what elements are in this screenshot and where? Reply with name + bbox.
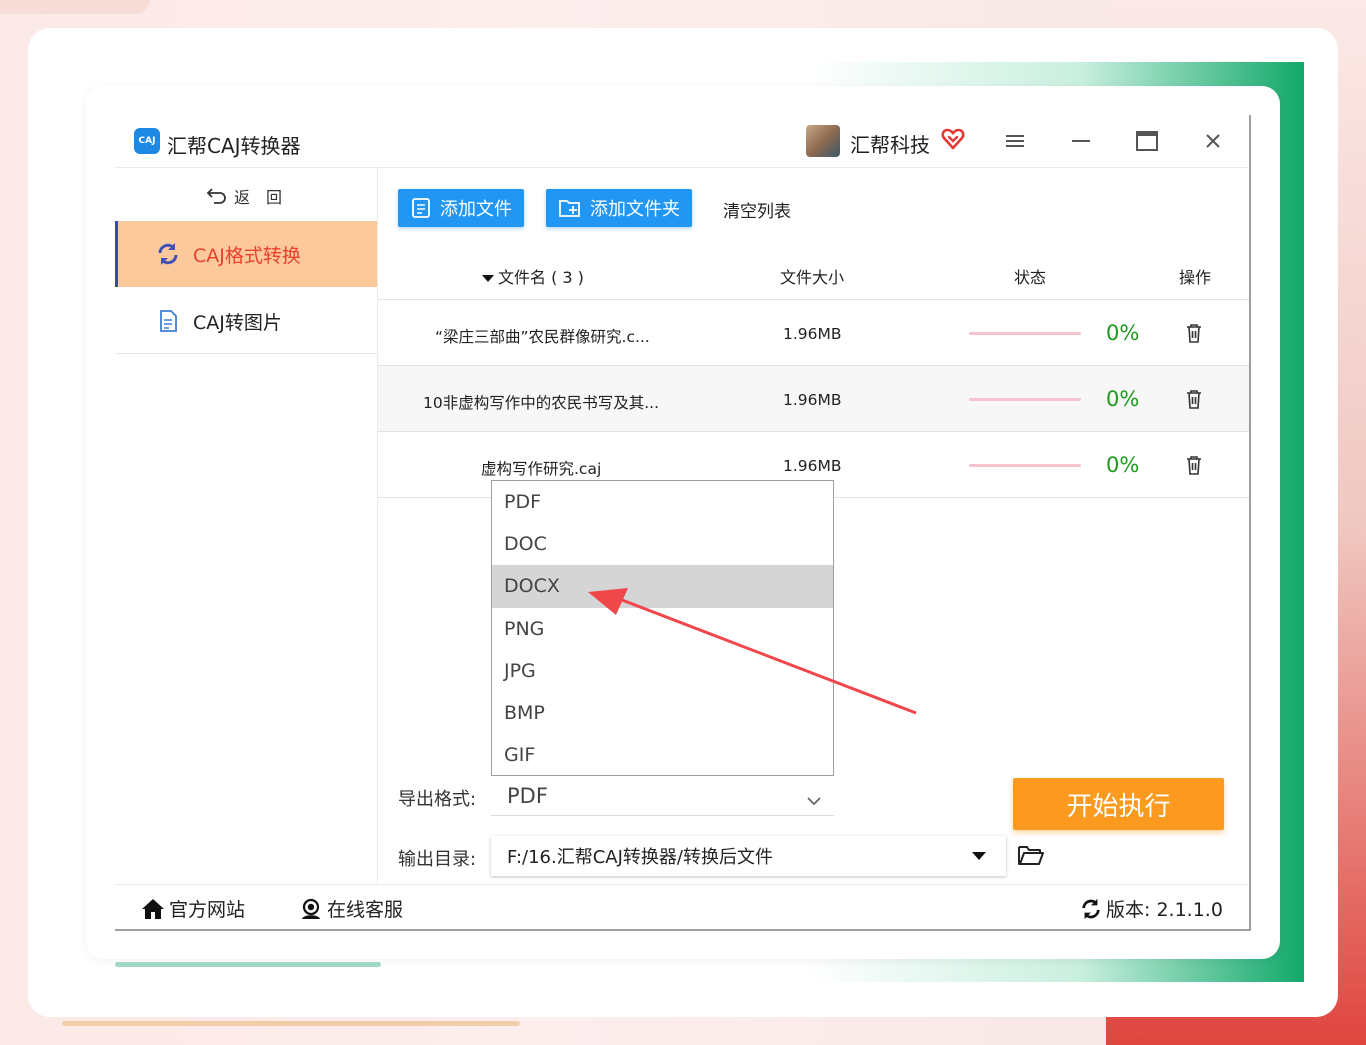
sync-icon: [1082, 898, 1100, 919]
progress-bar: [969, 464, 1081, 467]
file-name: 虚构写作研究.caj: [481, 460, 602, 478]
trash-icon[interactable]: [1183, 454, 1205, 476]
sidebar-item-label: CAJ转图片: [193, 311, 282, 334]
column-header-action: 操作: [1179, 268, 1212, 287]
decorative-bar: [62, 1021, 520, 1026]
progress-bar: [969, 332, 1081, 335]
version-label: 版本: 2.1.1.0: [1106, 899, 1223, 921]
window-bottom-border: [115, 929, 1251, 931]
refresh-icon: [155, 241, 181, 267]
app-logo-icon: CAJ: [134, 128, 160, 154]
user-name[interactable]: 汇帮科技: [850, 129, 930, 158]
sort-down-icon: [482, 275, 494, 282]
back-label: 返 回: [234, 188, 283, 207]
format-option-gif[interactable]: GIF: [492, 734, 833, 776]
format-option-jpg[interactable]: JPG: [492, 650, 833, 692]
file-size: 1.96MB: [783, 457, 842, 475]
progress-percent: 0%: [1106, 321, 1140, 345]
maximize-icon[interactable]: [1134, 128, 1160, 154]
file-list-icon: [412, 198, 430, 218]
add-folder-label: 添加文件夹: [590, 199, 680, 220]
column-header-filename[interactable]: 文件名 ( 3 ): [482, 264, 584, 288]
sidebar-item-caj-format-convert[interactable]: CAJ格式转换: [115, 221, 377, 287]
back-button[interactable]: 返 回: [206, 184, 282, 208]
chevron-down-icon: [806, 788, 822, 812]
close-icon[interactable]: [1200, 128, 1226, 154]
caret-down-icon: [972, 852, 986, 860]
file-size: 1.96MB: [783, 391, 842, 409]
window-right-border: [1249, 115, 1251, 930]
decorative-bar-green: [115, 962, 381, 967]
sidebar-item-label: CAJ格式转换: [193, 244, 301, 267]
progress-percent: 0%: [1106, 453, 1140, 477]
sidebar-border: [377, 167, 378, 885]
column-header-filename-label: 文件名 ( 3 ): [498, 268, 584, 287]
table-row[interactable]: “梁庄三部曲”农民群像研究.c... 1.96MB 0%: [378, 299, 1249, 365]
file-name: “梁庄三部曲”农民群像研究.c...: [435, 328, 650, 346]
minimize-icon[interactable]: [1068, 128, 1094, 154]
version-info: 版本: 2.1.1.0: [1080, 895, 1223, 922]
add-file-label: 添加文件: [440, 199, 512, 220]
export-format-value: PDF: [507, 783, 548, 808]
background-tab-decoration: [0, 0, 150, 14]
format-option-docx[interactable]: DOCX: [492, 565, 833, 608]
menu-icon[interactable]: [1002, 128, 1028, 154]
folder-add-icon: [559, 200, 580, 217]
export-format-select[interactable]: PDF: [491, 776, 834, 816]
sidebar-item-caj-to-image[interactable]: CAJ转图片: [115, 288, 377, 354]
back-arrow-icon: [206, 188, 226, 204]
format-option-doc[interactable]: DOC: [492, 523, 833, 565]
title-divider: [115, 167, 1249, 168]
progress-percent: 0%: [1106, 387, 1140, 411]
file-name: 10非虚构写作中的农民书写及其...: [423, 394, 660, 412]
file-size: 1.96MB: [783, 325, 842, 343]
format-option-png[interactable]: PNG: [492, 608, 833, 650]
export-format-label: 导出格式:: [398, 789, 477, 810]
table-row[interactable]: 10非虚构写作中的农民书写及其... 1.96MB 0%: [378, 365, 1249, 431]
progress-bar: [969, 398, 1081, 401]
official-website-label: 官方网站: [169, 899, 246, 921]
home-icon: [142, 898, 164, 919]
output-dir-label: 输出目录:: [398, 849, 477, 870]
format-option-pdf[interactable]: PDF: [492, 481, 833, 523]
online-support-label: 在线客服: [327, 899, 404, 921]
add-folder-button[interactable]: 添加文件夹: [546, 189, 692, 227]
open-folder-icon[interactable]: [1017, 843, 1045, 869]
format-dropdown-list[interactable]: PDF DOC DOCX PNG JPG BMP GIF: [491, 480, 834, 776]
vip-heart-icon[interactable]: [941, 127, 965, 151]
output-dir-select[interactable]: F:/16.汇帮CAJ转换器/转换后文件: [491, 836, 1006, 876]
support-agent-icon: [302, 898, 320, 919]
start-button[interactable]: 开始执行: [1013, 778, 1224, 830]
add-file-button[interactable]: 添加文件: [398, 189, 524, 227]
format-option-bmp[interactable]: BMP: [492, 692, 833, 734]
column-header-size: 文件大小: [780, 268, 845, 287]
official-website-link[interactable]: 官方网站: [141, 895, 245, 922]
trash-icon[interactable]: [1183, 322, 1205, 344]
clear-list-button[interactable]: 清空列表: [723, 197, 791, 222]
output-dir-value: F:/16.汇帮CAJ转换器/转换后文件: [507, 847, 773, 868]
sidebar-divider: [115, 353, 377, 354]
avatar[interactable]: [806, 125, 840, 157]
footer-divider: [115, 884, 1249, 885]
app-title: 汇帮CAJ转换器: [167, 134, 301, 158]
document-icon: [155, 308, 181, 334]
online-support-link[interactable]: 在线客服: [299, 895, 403, 922]
trash-icon[interactable]: [1183, 388, 1205, 410]
column-header-status: 状态: [1014, 268, 1047, 287]
